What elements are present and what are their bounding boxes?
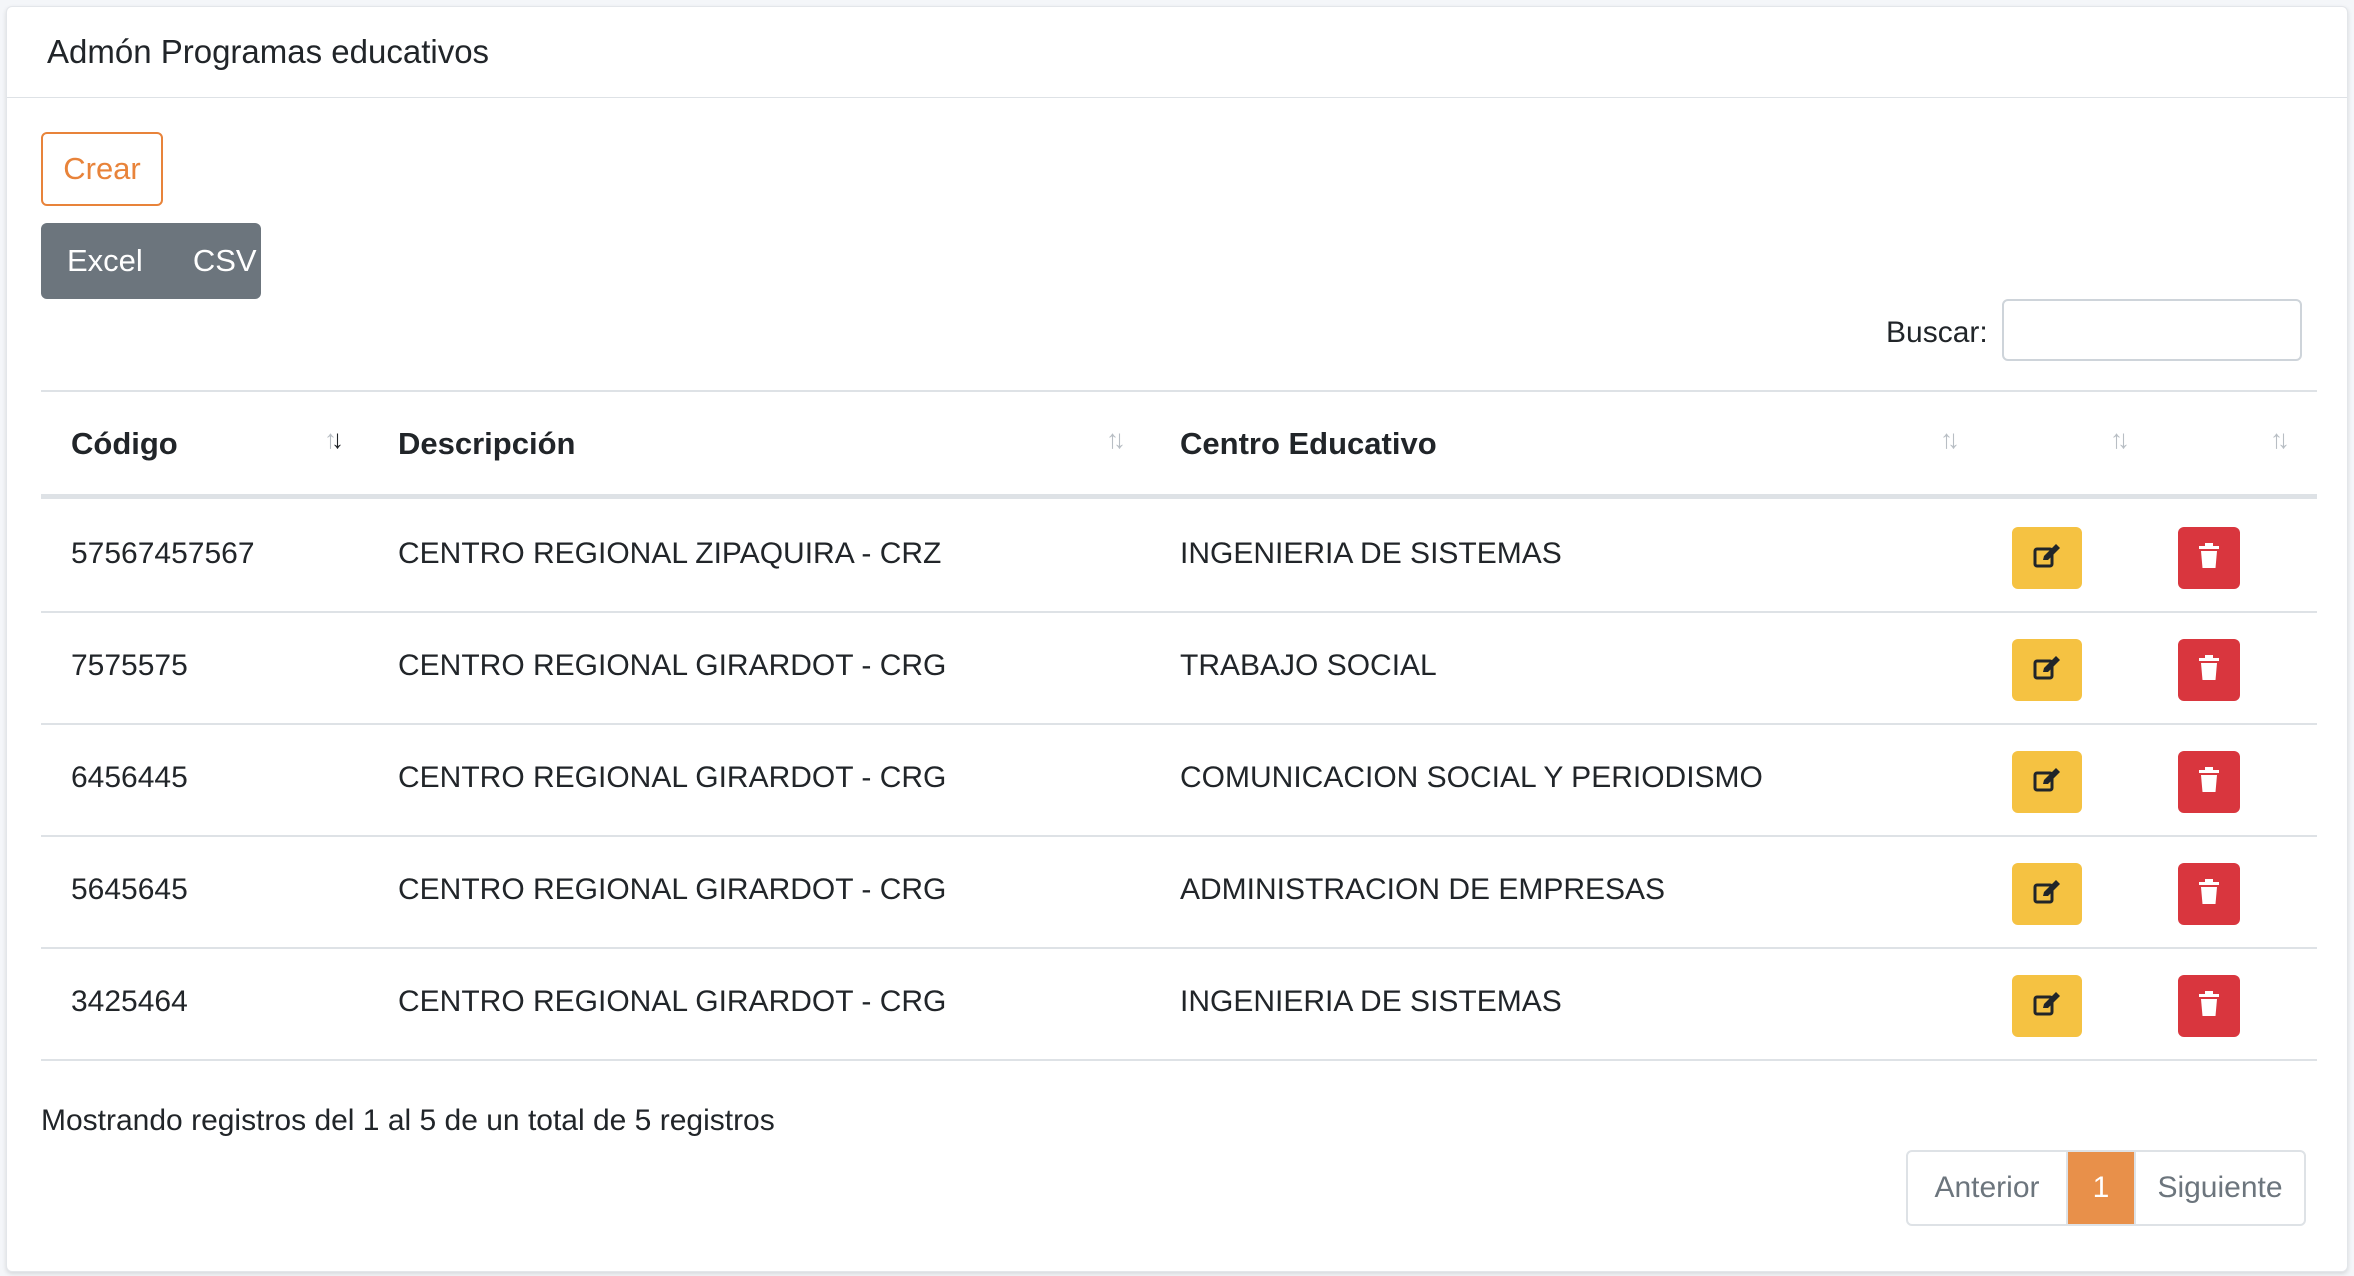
cell-codigo: 5645645 (71, 873, 188, 906)
table-row: 57567457567 CENTRO REGIONAL ZIPAQUIRA - C… (41, 499, 2317, 613)
table-info: Mostrando registros del 1 al 5 de un tot… (41, 1104, 775, 1137)
cell-centro-educativo: ADMINISTRACION DE EMPRESAS (1180, 873, 1666, 906)
edit-button[interactable] (2012, 751, 2082, 813)
cell-descripcion: CENTRO REGIONAL ZIPAQUIRA - CRZ (398, 537, 942, 570)
cell-descripcion: CENTRO REGIONAL GIRARDOT - CRG (398, 873, 947, 906)
edit-button[interactable] (2012, 639, 2082, 701)
trash-icon (2198, 878, 2220, 911)
next-page-button[interactable]: Siguiente (2134, 1152, 2304, 1224)
csv-button[interactable]: CSV (193, 243, 257, 279)
edit-button[interactable] (2012, 863, 2082, 925)
cell-codigo: 3425464 (71, 985, 188, 1018)
cell-centro-educativo: INGENIERIA DE SISTEMAS (1180, 537, 1562, 570)
cell-descripcion: CENTRO REGIONAL GIRARDOT - CRG (398, 649, 947, 682)
cell-codigo: 57567457567 (71, 537, 255, 570)
column-header-codigo[interactable]: Código (71, 426, 178, 462)
delete-button[interactable] (2178, 863, 2240, 925)
edit-icon (2032, 654, 2062, 687)
card-header: Admón Programas educativos (7, 7, 2347, 98)
table-row: 7575575 CENTRO REGIONAL GIRARDOT - CRG TRA… (41, 611, 2317, 725)
delete-button[interactable] (2178, 639, 2240, 701)
cell-centro-educativo: COMUNICACION SOCIAL Y PERIODISMO (1180, 761, 1763, 794)
sort-icon[interactable]: ↑↓ (1940, 424, 1960, 455)
previous-page-button[interactable]: Anterior (1908, 1152, 2068, 1224)
delete-button[interactable] (2178, 527, 2240, 589)
cell-centro-educativo: TRABAJO SOCIAL (1180, 649, 1437, 682)
edit-icon (2032, 878, 2062, 911)
export-button-group: Excel CSV (41, 223, 261, 299)
trash-icon (2198, 654, 2220, 687)
cell-codigo: 7575575 (71, 649, 188, 682)
edit-icon (2032, 766, 2062, 799)
table-row: 6456445 CENTRO REGIONAL GIRARDOT - CRG COM… (41, 723, 2317, 837)
cell-codigo: 6456445 (71, 761, 188, 794)
cell-descripcion: CENTRO REGIONAL GIRARDOT - CRG (398, 985, 947, 1018)
pagination: Anterior 1 Siguiente (1906, 1150, 2306, 1226)
sort-icon[interactable]: ↑↓ (2270, 424, 2290, 455)
edit-button[interactable] (2012, 527, 2082, 589)
cell-centro-educativo: INGENIERIA DE SISTEMAS (1180, 985, 1562, 1018)
table-row: 5645645 CENTRO REGIONAL GIRARDOT - CRG ADM… (41, 835, 2317, 949)
delete-button[interactable] (2178, 751, 2240, 813)
table-row: 3425464 CENTRO REGIONAL GIRARDOT - CRG ING… (41, 947, 2317, 1061)
edit-icon (2032, 990, 2062, 1023)
trash-icon (2198, 990, 2220, 1023)
create-button[interactable]: Crear (41, 132, 163, 206)
page-title: Admón Programas educativos (47, 33, 490, 70)
edit-button[interactable] (2012, 975, 2082, 1037)
column-header-descripcion[interactable]: Descripción (398, 426, 575, 462)
trash-icon (2198, 542, 2220, 575)
table-header: Código ↑↓ Descripción ↑↓ Centro Educativ… (41, 392, 2317, 494)
delete-button[interactable] (2178, 975, 2240, 1037)
sort-icon[interactable]: ↑↓ (2110, 424, 2130, 455)
column-header-centro-educativo[interactable]: Centro Educativo (1180, 426, 1437, 462)
page-1-button[interactable]: 1 (2068, 1152, 2134, 1224)
edit-icon (2032, 542, 2062, 575)
trash-icon (2198, 766, 2220, 799)
sort-icon[interactable]: ↑↓ (1106, 424, 1126, 455)
sort-icon[interactable]: ↑↓ (324, 424, 344, 455)
cell-descripcion: CENTRO REGIONAL GIRARDOT - CRG (398, 761, 947, 794)
search-label: Buscar: (1886, 316, 1988, 349)
excel-button[interactable]: Excel (67, 243, 143, 279)
search-input[interactable] (2002, 299, 2302, 361)
